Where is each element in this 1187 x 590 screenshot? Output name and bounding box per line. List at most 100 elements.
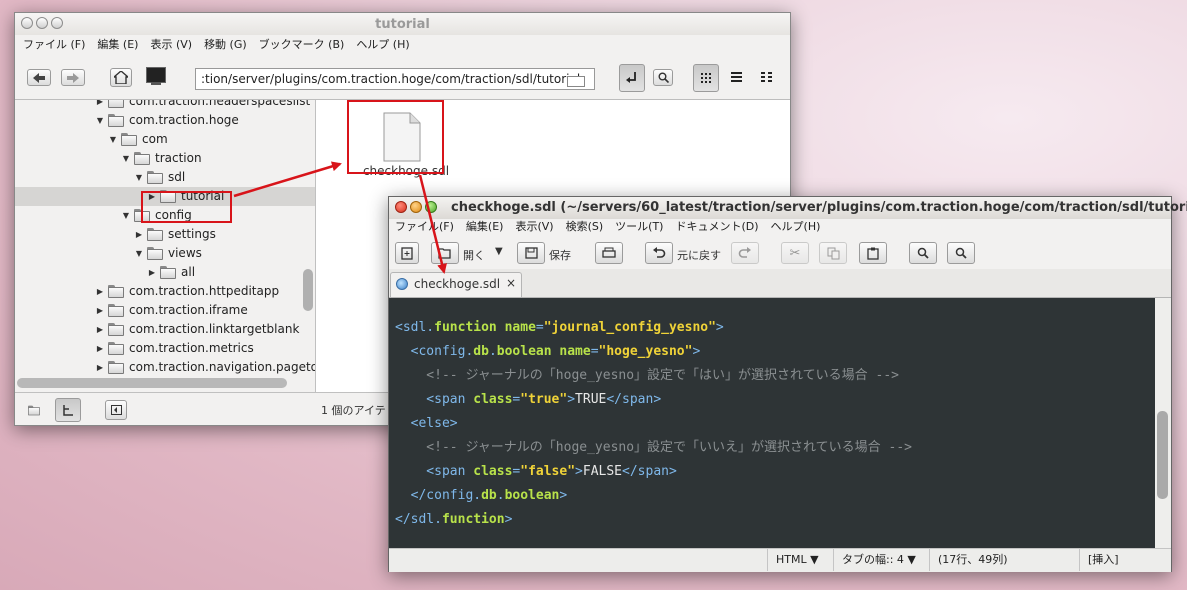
back-button[interactable] [27,69,51,86]
ed-menu-item[interactable]: ファイル(F) [389,217,460,237]
new-file-button[interactable] [395,242,419,264]
fm-titlebar[interactable]: tutorial [15,13,790,35]
maximize-icon[interactable] [425,201,437,213]
close-icon[interactable] [395,201,407,213]
tree-item[interactable]: ▶ com.traction.linktargetblank [95,320,299,339]
path-edit-icon[interactable] [567,76,585,87]
tab-checkhoge[interactable]: checkhoge.sdl × [390,272,522,297]
places-button[interactable] [21,399,47,421]
fm-menubar: ファイル (F) 編集 (E) 表示 (V) 移動 (G) ブックマーク (B) ヘルプ … [17,35,416,55]
cut-button[interactable]: ✂ [781,242,809,264]
computer-icon[interactable] [146,67,166,83]
tree-item-label: com.traction.navigation.pageto [129,360,315,374]
redo-button[interactable] [731,242,759,264]
tree-item[interactable]: ▼ com [108,130,168,149]
sidebar-vertical-scrollbar[interactable] [303,269,313,311]
undo-button[interactable] [645,242,673,264]
close-icon[interactable] [21,17,33,29]
collapsed-triangle-icon[interactable]: ▶ [95,339,105,358]
code-line: <config.db.boolean name="hoge_yesno"> [395,340,912,364]
tree-item[interactable]: ▼ traction [121,149,202,168]
tree-item[interactable]: ▼ views [134,244,202,263]
tab-width-selector[interactable]: タブの幅:: 4 ▼ [833,549,929,571]
tree-item[interactable]: ▶ all [147,263,195,282]
expanded-triangle-icon[interactable]: ▼ [95,111,105,130]
ed-menu-item[interactable]: 表示(V) [509,217,559,237]
editor-window-title: checkhoge.sdl (~/servers/60_latest/tract… [451,200,1187,215]
editor-titlebar[interactable]: checkhoge.sdl (~/servers/60_latest/tract… [389,197,1187,219]
print-button[interactable] [595,242,623,264]
open-label[interactable]: 開く [463,247,485,263]
editor-vertical-scrollbar[interactable] [1157,411,1168,499]
fm-menu-item[interactable]: 表示 (V) [144,35,198,55]
expanded-triangle-icon[interactable]: ▼ [121,206,131,225]
search-button[interactable] [653,69,673,86]
open-dropdown-icon[interactable]: ▼ [495,246,503,257]
save-file-button[interactable] [517,242,545,264]
forward-button[interactable] [61,69,85,86]
collapsed-triangle-icon[interactable]: ▶ [95,301,105,320]
minimize-icon[interactable] [36,17,48,29]
home-icon [114,71,128,84]
horizontal-scrollbar[interactable] [17,378,287,388]
fm-menu-item[interactable]: 編集 (E) [91,35,144,55]
tree-item[interactable]: ▼ com.traction.hoge [95,111,239,130]
path-toggle-button[interactable] [619,64,645,92]
save-label[interactable]: 保存 [549,247,571,263]
folder-icon [108,361,124,374]
collapsed-triangle-icon[interactable]: ▶ [147,263,157,282]
tree-icon [62,404,73,416]
maximize-icon[interactable] [51,17,63,29]
undo-label[interactable]: 元に戻す [677,247,721,263]
path-location-bar[interactable]: :tion/server/plugins/com.traction.hoge/c… [195,68,595,90]
ed-menu-item[interactable]: ヘルプ(H) [765,217,827,237]
ed-menu-item[interactable]: 検索(S) [560,217,610,237]
tree-item-label: traction [155,151,202,165]
code-token: db [473,344,489,359]
ed-menu-item[interactable]: ドキュメント(D) [669,217,764,237]
code-line: <else> [395,412,912,436]
fm-menu-item[interactable]: ファイル (F) [17,35,91,55]
tree-button[interactable] [55,398,81,422]
find-replace-icon [955,247,967,259]
collapsed-triangle-icon[interactable]: ▶ [95,100,105,111]
copy-button[interactable] [819,242,847,264]
collapsed-triangle-icon[interactable]: ▶ [95,358,105,377]
tree-item[interactable]: ▶ com.traction.httpeditapp [95,282,279,301]
icon-view-button[interactable] [693,64,719,92]
replace-button[interactable] [947,242,975,264]
code-token: </span> [622,464,677,479]
list-view-icon[interactable] [731,71,742,85]
find-button[interactable] [909,242,937,264]
fm-menu-item[interactable]: 移動 (G) [198,35,253,55]
fm-menu-item[interactable]: ブックマーク (B) [253,35,351,55]
sidebar-tree-pane[interactable]: ▶ com.traction.headerspaceslist ▼ com.tract… [15,100,315,392]
tree-item[interactable]: ▶ settings [134,225,216,244]
home-button[interactable] [110,68,132,87]
tree-item[interactable]: ▶ com.traction.headerspaceslist [95,100,310,111]
collapsed-triangle-icon[interactable]: ▶ [95,282,105,301]
tree-item[interactable]: ▶ com.traction.navigation.pageto [95,358,315,377]
language-selector[interactable]: HTML ▼ [767,549,831,571]
collapsed-triangle-icon[interactable]: ▶ [95,320,105,339]
tab-close-icon[interactable]: × [506,276,516,290]
collapsed-triangle-icon[interactable]: ▶ [134,225,144,244]
expanded-triangle-icon[interactable]: ▼ [108,130,118,149]
fm-menu-item[interactable]: ヘルプ (H) [350,35,415,55]
toggle-sidebar-button[interactable] [105,400,127,420]
tree-item[interactable]: ▶ com.traction.metrics [95,339,254,358]
folder-icon [28,405,40,415]
tree-item[interactable]: ▶ com.traction.iframe [95,301,248,320]
expanded-triangle-icon[interactable]: ▼ [134,244,144,263]
ed-menu-item[interactable]: 編集(E) [460,217,510,237]
expanded-triangle-icon[interactable]: ▼ [134,168,144,187]
printer-icon [602,247,616,258]
compact-view-icon[interactable] [761,71,773,85]
tree-item[interactable]: ▼ sdl [134,168,185,187]
open-file-button[interactable] [431,242,459,264]
ed-menu-item[interactable]: ツール(T) [609,217,669,237]
minimize-icon[interactable] [410,201,422,213]
paste-button[interactable] [859,242,887,264]
expanded-triangle-icon[interactable]: ▼ [121,149,131,168]
code-editor[interactable]: <sdl.function name="journal_config_yesno… [389,298,1155,548]
